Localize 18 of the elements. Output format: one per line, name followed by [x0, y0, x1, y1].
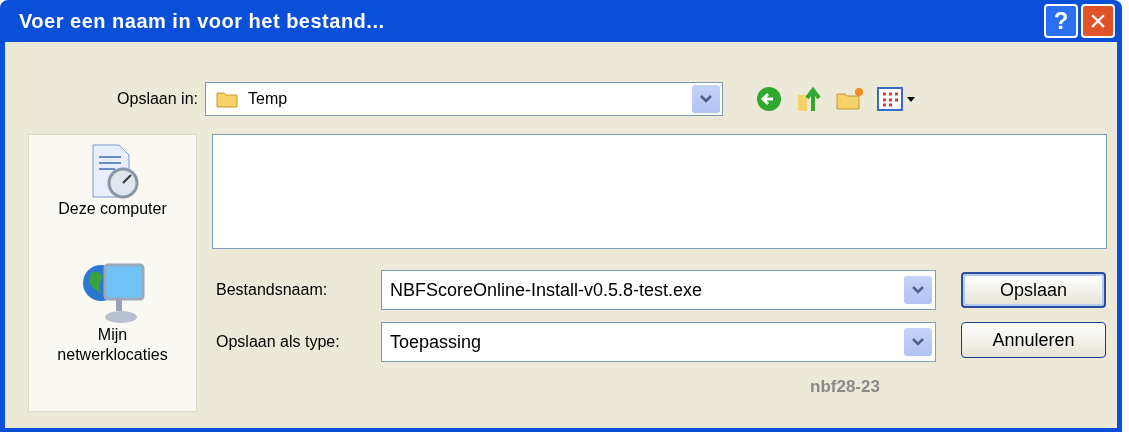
close-button[interactable]: × — [1081, 4, 1115, 38]
field-label: Opslaan als type: — [215, 332, 341, 352]
folder-icon — [216, 90, 238, 108]
save-in-dropdown[interactable]: Temp — [205, 82, 723, 116]
combo-field[interactable]: Toepassing — [381, 322, 936, 362]
help-button[interactable]: ? — [1044, 4, 1078, 38]
folder-name: Temp — [247, 89, 289, 109]
folder-up-icon[interactable] — [795, 85, 823, 113]
view-menu-icon[interactable] — [877, 86, 917, 112]
dialog-button[interactable]: Opslaan — [961, 272, 1106, 308]
figure-label: nbf28-23 — [810, 376, 880, 398]
field-label: Bestandsnaam: — [215, 280, 329, 300]
places-item[interactable]: Mijn netwerklocaties — [37, 259, 188, 365]
save-in-label: Opslaan in: — [116, 89, 199, 109]
combo-field[interactable]: NBFScoreOnline-Install-v0.5.8-test.exe — [381, 270, 936, 310]
dialog-button[interactable]: Annuleren — [961, 322, 1106, 358]
window-title: Voer een naam in voor het bestand... — [19, 9, 386, 34]
places-item[interactable]: Deze computer — [37, 143, 188, 219]
